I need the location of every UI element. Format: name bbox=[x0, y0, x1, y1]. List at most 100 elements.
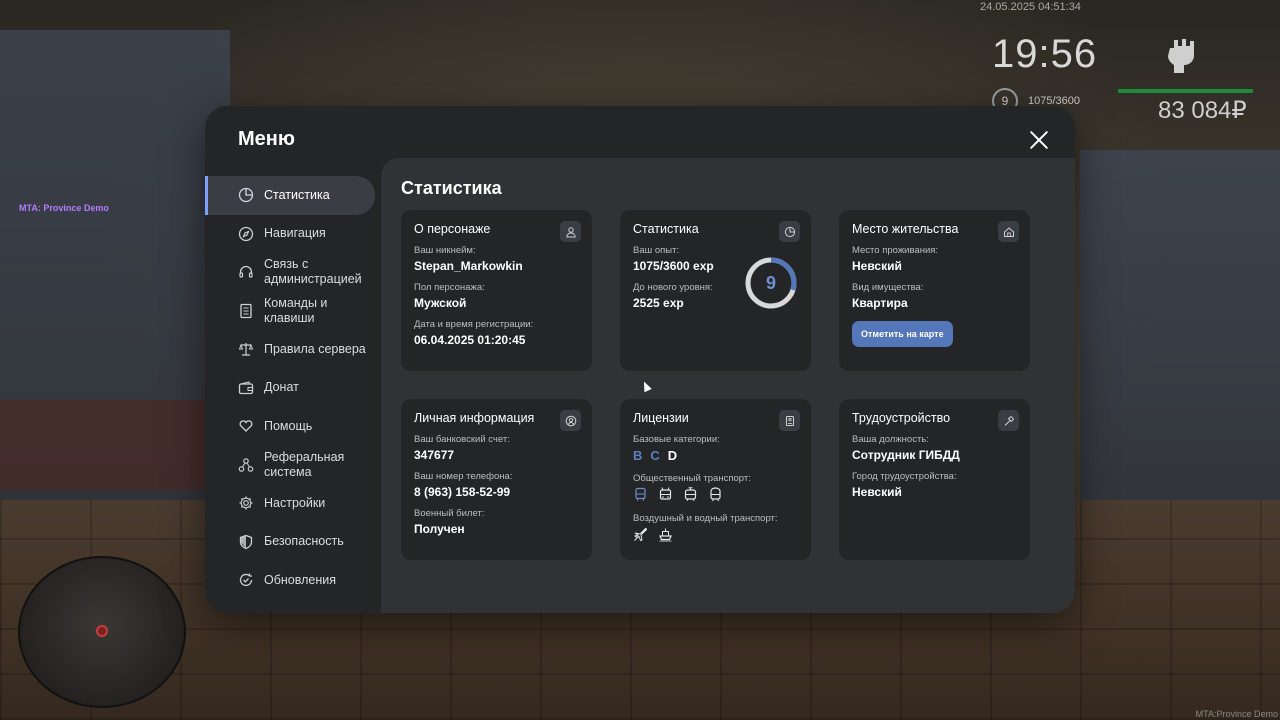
scales-icon bbox=[238, 341, 254, 357]
bank-account-value: 347677 bbox=[414, 448, 455, 462]
background-wall-right bbox=[1080, 150, 1280, 550]
sidebar-item-security[interactable]: Безопасность bbox=[205, 523, 381, 562]
bank-account-label: Ваш банковский счет: bbox=[414, 434, 510, 445]
gender-value: Мужской bbox=[414, 296, 467, 310]
card-title: Место жительства bbox=[852, 222, 959, 236]
exp-label: Ваш опыт: bbox=[633, 245, 680, 256]
license-category-b: B bbox=[633, 448, 643, 463]
hammer-icon bbox=[998, 410, 1019, 431]
military-id-label: Военный билет: bbox=[414, 508, 485, 519]
user-icon bbox=[560, 221, 581, 242]
tram-icon bbox=[683, 487, 698, 502]
sidebar-item-label: Команды и клавиши bbox=[264, 295, 328, 325]
menu-window: Меню Статистика Навигация Связь с админи… bbox=[205, 106, 1075, 613]
residence-place-value: Невский bbox=[852, 259, 902, 273]
hud-money: 83 084₽ bbox=[1158, 97, 1247, 124]
hud-health-bar bbox=[1118, 89, 1253, 93]
network-icon bbox=[238, 457, 254, 473]
subway-icon bbox=[708, 487, 723, 502]
wallet-icon bbox=[238, 380, 254, 396]
job-card: Трудоустройство Ваша должность: Сотрудни… bbox=[839, 399, 1030, 560]
gear-icon bbox=[238, 495, 254, 511]
nickname-value: Stepan_Markowkin bbox=[414, 259, 523, 273]
personal-info-card: Личная информация Ваш банковский счет: 3… bbox=[401, 399, 592, 560]
compass-icon bbox=[238, 226, 254, 242]
bus-icon bbox=[633, 487, 648, 502]
server-label: MTA: Province Demo bbox=[19, 203, 109, 213]
plane-icon bbox=[633, 527, 648, 542]
sidebar-item-support[interactable]: Связь с администрацией bbox=[205, 253, 381, 292]
mark-on-map-button[interactable]: Отметить на карте bbox=[852, 321, 953, 347]
license-category-c: C bbox=[650, 448, 660, 463]
sidebar-item-commands[interactable]: Команды и клавиши bbox=[205, 292, 381, 331]
public-transport-label: Общественный транспорт: bbox=[633, 473, 751, 484]
watermark: MTA:Province Demo bbox=[1195, 709, 1278, 719]
hud-datetime: 24.05.2025 04:51:34 bbox=[980, 1, 1081, 13]
sidebar-item-rules[interactable]: Правила сервера bbox=[205, 330, 381, 369]
document-icon bbox=[238, 303, 254, 319]
sidebar-item-label: Безопасность bbox=[264, 534, 344, 549]
residence-place-label: Место проживания: bbox=[852, 245, 939, 256]
home-icon bbox=[998, 221, 1019, 242]
job-city-value: Невский bbox=[852, 485, 902, 499]
card-title: Статистика bbox=[633, 222, 699, 236]
sidebar-item-updates[interactable]: Обновления bbox=[205, 561, 381, 600]
sidebar-item-donate[interactable]: Донат bbox=[205, 369, 381, 408]
sidebar-item-label: Правила сервера bbox=[264, 341, 366, 356]
property-type-label: Вид имущества: bbox=[852, 282, 924, 293]
card-title: О персонаже bbox=[414, 222, 491, 236]
sidebar-item-referral[interactable]: Реферальная система bbox=[205, 446, 381, 485]
licenses-card: Лицензии Базовые категории: B C D Общест… bbox=[620, 399, 811, 560]
sidebar-item-navigation[interactable]: Навигация bbox=[205, 215, 381, 254]
property-type-value: Квартира bbox=[852, 296, 908, 310]
pie-chart-icon bbox=[238, 187, 254, 203]
sidebar-item-help[interactable]: Помощь bbox=[205, 407, 381, 446]
sidebar-item-label: Статистика bbox=[264, 187, 330, 202]
level-number: 9 bbox=[765, 272, 776, 293]
air-water-transport-icons bbox=[633, 527, 798, 542]
sidebar-item-label: Навигация bbox=[264, 226, 326, 241]
military-id-value: Получен bbox=[414, 522, 465, 536]
background-wall-strip bbox=[0, 400, 205, 490]
card-title: Лицензии bbox=[633, 411, 689, 425]
air-water-transport-label: Воздушный и водный транспорт: bbox=[633, 513, 778, 524]
heart-hand-icon bbox=[238, 418, 254, 434]
registration-label: Дата и время регистрации: bbox=[414, 319, 534, 330]
user-circle-icon bbox=[560, 410, 581, 431]
content-panel: Статистика О персонаже Ваш никнейм: Step… bbox=[381, 158, 1075, 613]
sidebar-item-label: Реферальная система bbox=[264, 449, 345, 479]
minimap-player-marker bbox=[96, 625, 108, 637]
base-categories-label: Базовые категории: bbox=[633, 434, 720, 445]
sidebar: Статистика Навигация Связь с администрац… bbox=[205, 176, 381, 600]
page-title: Статистика bbox=[401, 178, 502, 198]
close-button[interactable] bbox=[1027, 128, 1051, 152]
license-category-d: D bbox=[667, 448, 678, 463]
residence-card: Место жительства Место проживания: Невск… bbox=[839, 210, 1030, 371]
headset-icon bbox=[238, 264, 254, 280]
sidebar-item-statistics[interactable]: Статистика bbox=[205, 176, 375, 215]
card-title: Трудоустройство bbox=[852, 411, 951, 425]
sidebar-item-label: Настройки bbox=[264, 495, 326, 510]
stats-card: Статистика Ваш опыт: 1075/3600 exp До но… bbox=[620, 210, 811, 371]
menu-title: Меню bbox=[238, 128, 295, 150]
sidebar-item-label: Связь с администрацией bbox=[264, 257, 362, 287]
shield-icon bbox=[238, 534, 254, 550]
fist-icon bbox=[1160, 34, 1200, 74]
position-label: Ваша должность: bbox=[852, 434, 929, 445]
job-city-label: Город трудоустройства: bbox=[852, 471, 957, 482]
nickname-label: Ваш никнейм: bbox=[414, 245, 476, 256]
public-transport-icons bbox=[633, 487, 798, 502]
sidebar-item-label: Обновления bbox=[264, 572, 336, 587]
sidebar-item-settings[interactable]: Настройки bbox=[205, 484, 381, 523]
boat-icon bbox=[658, 527, 673, 542]
card-title: Личная информация bbox=[414, 411, 535, 425]
trolleybus-icon bbox=[658, 487, 673, 502]
refresh-check-icon bbox=[238, 572, 254, 588]
sidebar-item-label: Помощь bbox=[264, 418, 313, 433]
sidebar-item-label: Донат bbox=[264, 380, 299, 395]
gender-label: Пол персонажа: bbox=[414, 282, 485, 293]
license-card-icon bbox=[779, 410, 800, 431]
license-categories: B C D bbox=[633, 448, 798, 463]
phone-value: 8 (963) 158-52-99 bbox=[414, 485, 511, 499]
pie-chart-icon bbox=[779, 221, 800, 242]
